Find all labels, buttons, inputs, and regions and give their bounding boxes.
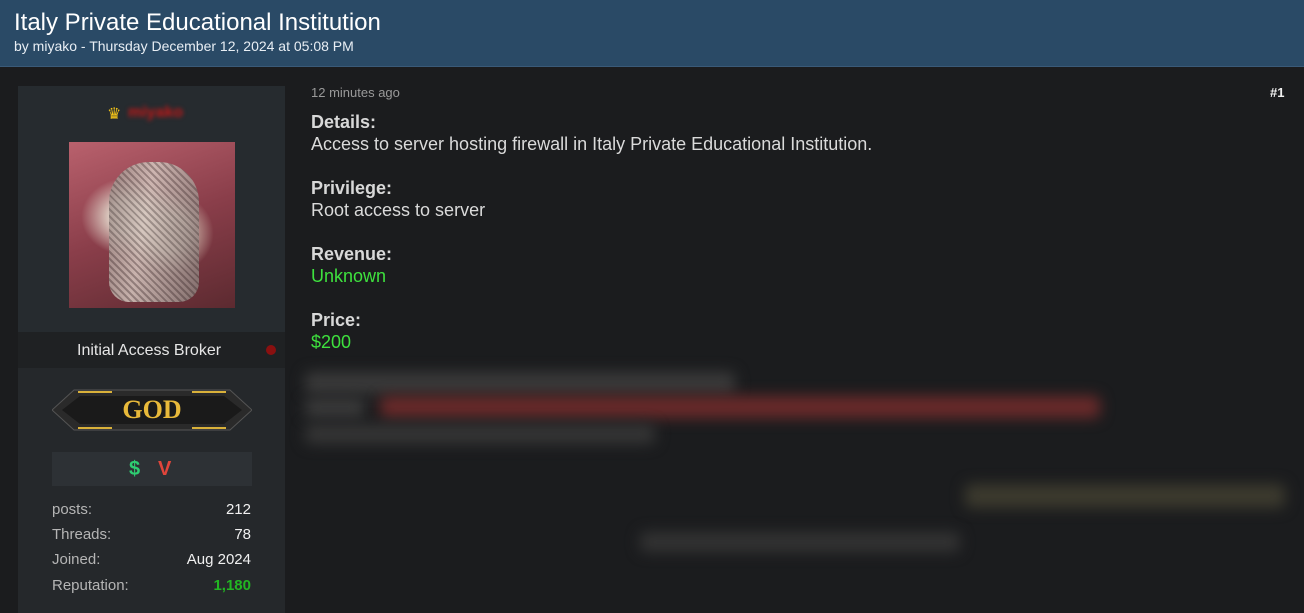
details-value: Access to server hosting firewall in Ita… — [311, 134, 873, 154]
post-number[interactable]: #1 — [1270, 85, 1284, 100]
joined-date: Aug 2024 — [186, 551, 251, 568]
crown-icon: ♛ — [107, 106, 122, 123]
privilege-label: Privilege: — [311, 178, 393, 198]
redacted-link — [380, 396, 1100, 418]
avatar[interactable] — [69, 142, 235, 308]
thread-meta[interactable]: by miyako - Thursday December 12, 2024 a… — [14, 38, 354, 54]
username[interactable]: miyako — [128, 104, 183, 122]
posts-label: posts: — [52, 501, 93, 518]
redacted-signature — [640, 532, 960, 552]
thread-title: Italy Private Educational Institution — [14, 9, 381, 36]
reputation-label: Reputation: — [52, 577, 129, 594]
thread-header: Italy Private Educational Institution by… — [0, 0, 1304, 67]
redacted-text — [305, 398, 365, 418]
privilege-value: Root access to server — [311, 200, 486, 220]
redacted-text — [305, 372, 735, 394]
post-time[interactable]: 12 minutes ago — [311, 85, 400, 100]
user-title: Initial Access Broker — [77, 342, 222, 359]
price-label: Price: — [311, 310, 362, 330]
threads-count: 78 — [234, 526, 251, 543]
posts-count: 212 — [225, 501, 251, 518]
rank-badge: GOD — [52, 389, 252, 431]
revenue-label: Revenue: — [311, 244, 393, 264]
reputation-value[interactable]: 1,180 — [213, 577, 251, 594]
rank-label: GOD — [122, 395, 181, 424]
user-badges — [52, 452, 252, 486]
details-label: Details: — [311, 112, 377, 132]
revenue-value: Unknown — [311, 266, 387, 286]
redacted-text — [305, 424, 655, 444]
dollar-icon: $ — [129, 458, 141, 480]
joined-label: Joined: — [52, 551, 101, 568]
offline-status-dot — [266, 345, 276, 355]
v-icon: V — [158, 458, 172, 480]
price-value: $200 — [311, 332, 352, 352]
threads-label: Threads: — [52, 526, 112, 543]
redacted-signature — [965, 484, 1285, 508]
